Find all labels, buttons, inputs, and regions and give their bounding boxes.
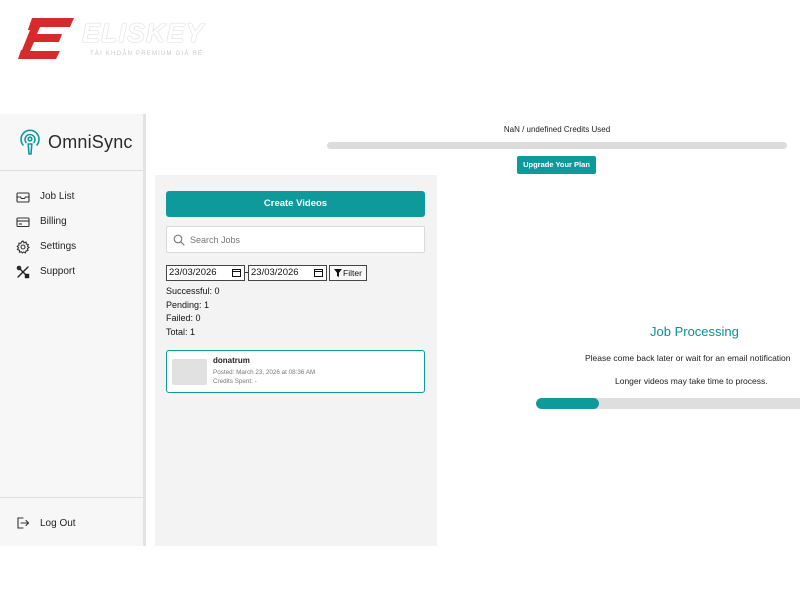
job-credits-spent: Credits Spent: - <box>213 378 257 385</box>
sidebar-divider-top <box>0 170 143 171</box>
job-list-panel: Create Videos 23/03/2026 23/03/2026 <box>155 175 437 546</box>
brand-name: OmniSync <box>48 131 133 152</box>
credit-card-icon <box>16 216 30 227</box>
watermark-tagline: TÀI KHOẢN PREMIUM GIÁ RẺ <box>90 51 204 57</box>
date-filter-row: 23/03/2026 23/03/2026 Filter <box>166 264 367 281</box>
date-from-value: 23/03/2026 <box>169 267 217 278</box>
tools-icon <box>16 265 30 278</box>
sidebar-item-label: Settings <box>40 241 77 252</box>
sidebar-item-label: Job List <box>40 191 75 202</box>
gear-icon <box>16 239 30 254</box>
credits-used-text: NaN / undefined Credits Used <box>503 125 611 134</box>
upgrade-plan-button[interactable]: Upgrade Your Plan <box>517 156 596 174</box>
processing-progress-bar <box>536 398 800 409</box>
eliskey-logo-icon <box>18 18 74 59</box>
date-to-input[interactable]: 23/03/2026 <box>248 264 327 281</box>
filter-icon <box>334 268 343 277</box>
processing-progress-fill <box>536 398 600 409</box>
filter-label: Filter <box>343 267 362 278</box>
sidebar-item-support[interactable]: Support <box>16 259 142 284</box>
search-icon <box>173 234 185 246</box>
stat-pending: Pending: 1 <box>166 299 210 310</box>
processing-message: Please come back later or wait for an em… <box>585 353 791 363</box>
job-list-item[interactable]: donatrum Posted: March 23, 2026 at 08:36… <box>166 350 425 393</box>
job-title: donatrum <box>213 356 250 365</box>
calendar-icon <box>232 269 241 277</box>
job-thumbnail <box>172 359 207 385</box>
logout-button[interactable]: Log Out <box>16 514 76 532</box>
date-to-value: 23/03/2026 <box>251 267 299 278</box>
search-box[interactable] <box>166 226 425 253</box>
inbox-icon <box>16 191 30 203</box>
processing-title: Job Processing <box>650 324 739 339</box>
sidebar-item-label: Billing <box>40 216 67 227</box>
filter-button[interactable]: Filter <box>329 264 367 281</box>
date-from-input[interactable]: 23/03/2026 <box>166 264 245 281</box>
job-stats: Successful: 0 Pending: 1 Failed: 0 Total… <box>166 285 220 339</box>
processing-subtext: Longer videos may take time to process. <box>615 376 768 386</box>
job-posted-date: Posted: March 23, 2026 at 08:36 AM <box>213 369 316 376</box>
watermark-name: ELISKEY <box>82 18 205 48</box>
stat-failed: Failed: 0 <box>166 313 201 323</box>
sidebar-item-job-list[interactable]: Job List <box>16 184 142 209</box>
sidebar-nav: Job List Billing Settings Support <box>16 184 142 284</box>
logout-icon <box>17 517 30 529</box>
sidebar-item-settings[interactable]: Settings <box>16 234 142 259</box>
sidebar-divider-bottom <box>0 497 143 498</box>
calendar-icon <box>314 269 323 277</box>
brand[interactable]: OmniSync <box>18 128 133 156</box>
sidebar: OmniSync Job List Billing Settings Suppo… <box>0 114 146 546</box>
search-input[interactable] <box>190 234 410 245</box>
logout-label: Log Out <box>40 517 76 529</box>
stat-successful: Successful: 0 <box>166 286 220 296</box>
stat-total: Total: 1 <box>166 326 196 337</box>
sidebar-item-label: Support <box>40 266 76 277</box>
sidebar-item-billing[interactable]: Billing <box>16 209 142 234</box>
watermark-logo: ELISKEY TÀI KHOẢN PREMIUM GIÁ RẺ <box>18 16 218 64</box>
podcast-icon <box>20 129 40 155</box>
create-videos-button[interactable]: Create Videos <box>166 191 425 217</box>
credits-progress-bar <box>327 142 787 149</box>
app-page: ELISKEY TÀI KHOẢN PREMIUM GIÁ RẺ OmniSyn… <box>0 0 800 600</box>
